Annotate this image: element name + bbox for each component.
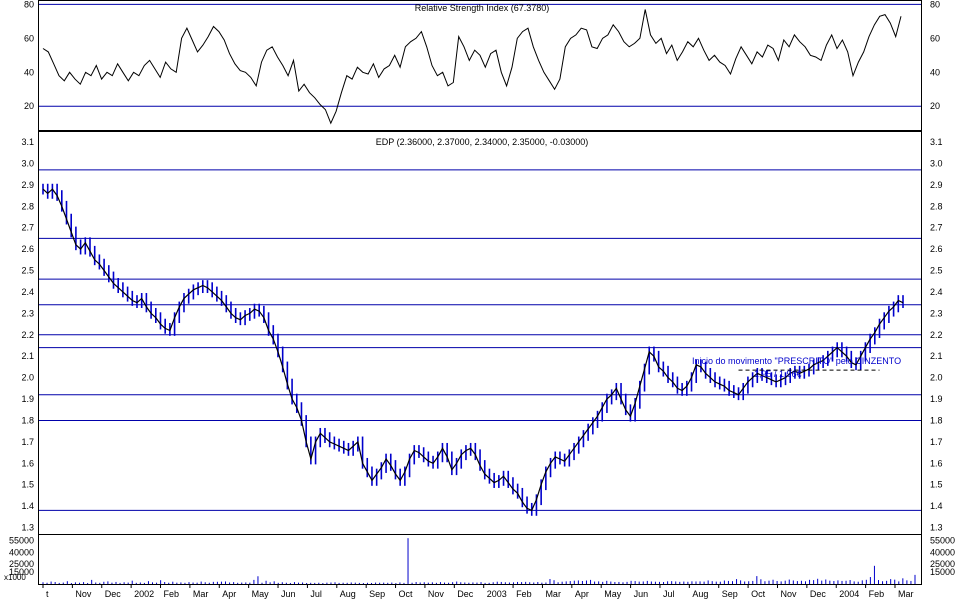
price-tick-label-left: 2.7 bbox=[21, 223, 34, 233]
price-panel: 1.3 1.3 1.4 1.4 1.5 1.5 1.6 1.6 1.7 1.7 1.8 1.8 1.9 1… bbox=[21, 137, 942, 533]
price-tick-label-right: 1.6 bbox=[930, 458, 943, 468]
price-tick-label-left: 2.1 bbox=[21, 351, 34, 361]
rsi-tick-label-left: 80 bbox=[24, 0, 34, 9]
x-axis-tick-label: Aug bbox=[692, 589, 708, 599]
price-tick-label-left: 2.3 bbox=[21, 308, 34, 318]
price-tick-label-left: 2.8 bbox=[21, 201, 34, 211]
price-series-line bbox=[42, 188, 904, 512]
volume-tick-label-left: 25000 bbox=[9, 559, 34, 569]
volume-tick-label-right: 40000 bbox=[930, 547, 955, 557]
price-tick-label-right: 2.7 bbox=[930, 223, 943, 233]
x-axis-tick-label: Jun bbox=[634, 589, 649, 599]
price-tick-label-right: 1.3 bbox=[930, 523, 943, 533]
price-tick-label-right: 1.9 bbox=[930, 394, 943, 404]
x-axis-tick-label: Nov bbox=[75, 589, 92, 599]
rsi-tick-label-right: 60 bbox=[930, 33, 940, 43]
x-axis-tick-label: 2002 bbox=[134, 589, 154, 599]
price-tick-label-left: 1.4 bbox=[21, 501, 34, 511]
price-tick-label-left: 1.8 bbox=[21, 415, 34, 425]
x-axis-tick-label: Dec bbox=[105, 589, 122, 599]
x-axis-tick-label: Feb bbox=[516, 589, 532, 599]
rsi-title: Relative Strength Index (67.3780) bbox=[415, 3, 550, 13]
chart-root: 20 20 40 40 60 60 80 80 1.3 1.3 1.4 1.4 1.5 1.5 1.6 1.… bbox=[0, 0, 964, 599]
price-panel-frame bbox=[38, 131, 922, 535]
volume-tick-label-left: 40000 bbox=[9, 547, 34, 557]
x-axis-tick-label: Jul bbox=[310, 589, 322, 599]
panel-frames bbox=[38, 0, 922, 585]
price-tick-label-right: 2.3 bbox=[930, 308, 943, 318]
x-axis-tick-label: Mar bbox=[193, 589, 209, 599]
x-axis-tick-label: t bbox=[46, 589, 49, 599]
volume-unit-label: x1000 bbox=[4, 573, 26, 582]
price-tick-label-right: 2.9 bbox=[930, 180, 943, 190]
rsi-tick-label-left: 60 bbox=[24, 33, 34, 43]
annotation-price-range: 1,95 / 1,96€ bbox=[754, 369, 802, 379]
x-axis-tick-label: Apr bbox=[575, 589, 589, 599]
price-tick-label-left: 1.5 bbox=[21, 480, 34, 490]
price-tick-label-right: 2.1 bbox=[930, 351, 943, 361]
price-tick-label-right: 2.2 bbox=[930, 330, 943, 340]
x-axis-tick-label: Sep bbox=[369, 589, 385, 599]
price-tick-label-left: 2.9 bbox=[21, 180, 34, 190]
price-tick-label-left: 1.9 bbox=[21, 394, 34, 404]
rsi-tick-label-left: 40 bbox=[24, 67, 34, 77]
x-axis-tick-label: Feb bbox=[164, 589, 180, 599]
x-axis-tick-label: Nov bbox=[428, 589, 445, 599]
volume-tick-label-right: 25000 bbox=[930, 559, 955, 569]
price-tick-label-left: 1.3 bbox=[21, 523, 34, 533]
rsi-tick-label-left: 20 bbox=[24, 101, 34, 111]
stock-chart: 20 2040 4060 6080 80 1.3 1.31.4 1.41.5 1.51.6 1.… bbox=[4, 0, 955, 599]
x-axis-tick-label: Jun bbox=[281, 589, 296, 599]
x-axis-tick-label: May bbox=[604, 589, 622, 599]
rsi-tick-label-right: 40 bbox=[930, 67, 940, 77]
volume-panel: 1500025000400005500015000250004000055000 bbox=[9, 536, 955, 584]
x-axis-tick-label: Mar bbox=[898, 589, 914, 599]
rsi-tick-label-right: 80 bbox=[930, 0, 940, 9]
rsi-tick-label-right: 20 bbox=[930, 101, 940, 111]
x-axis-tick-label: Sep bbox=[722, 589, 738, 599]
price-tick-label-left: 1.7 bbox=[21, 437, 34, 447]
x-axis-tick-label: 2004 bbox=[839, 589, 859, 599]
x-axis-tick-label: May bbox=[252, 589, 270, 599]
price-tick-label-right: 3.0 bbox=[930, 158, 943, 168]
rsi-panel-frame bbox=[38, 0, 922, 131]
price-tick-label-right: 2.4 bbox=[930, 287, 943, 297]
x-axis-tick-label: Feb bbox=[869, 589, 885, 599]
volume-tick-label-right: 55000 bbox=[930, 536, 955, 546]
annotation-movement: Inicio do movimento "PRESCRITO" pelo CIN… bbox=[692, 356, 901, 366]
x-axis-tick-label: Oct bbox=[399, 589, 414, 599]
price-tick-label-right: 1.8 bbox=[930, 415, 943, 425]
x-axis-tick-label: Dec bbox=[810, 589, 827, 599]
price-title: EDP (2.36000, 2.37000, 2.34000, 2.35000,… bbox=[376, 137, 589, 147]
x-axis-tick-label: Aug bbox=[340, 589, 356, 599]
price-tick-label-right: 2.6 bbox=[930, 244, 943, 254]
x-axis-tick-label: Dec bbox=[457, 589, 474, 599]
price-tick-label-right: 2.8 bbox=[930, 201, 943, 211]
x-axis-tick-label: 2003 bbox=[487, 589, 507, 599]
price-tick-label-left: 3.1 bbox=[21, 137, 34, 147]
rsi-panel: 20 20 40 40 60 60 80 80 bbox=[24, 0, 940, 125]
volume-tick-label-left: 55000 bbox=[9, 536, 34, 546]
price-tick-label-left: 3.0 bbox=[21, 158, 34, 168]
x-axis-tick-label: Oct bbox=[751, 589, 766, 599]
price-tick-label-right: 2.5 bbox=[930, 266, 943, 276]
x-axis-tick-label: Mar bbox=[545, 589, 561, 599]
price-tick-label-left: 2.0 bbox=[21, 373, 34, 383]
x-axis-tick-label: Jul bbox=[663, 589, 675, 599]
price-tick-label-right: 2.0 bbox=[930, 373, 943, 383]
x-axis-tick-label: Apr bbox=[222, 589, 236, 599]
price-tick-label-left: 2.6 bbox=[21, 244, 34, 254]
x-axis: t Nov Dec 2002 Feb Mar Apr May Jun Jul Aug Sep Oct No… bbox=[42, 584, 914, 599]
volume-panel-frame bbox=[38, 534, 922, 585]
price-tick-label-left: 2.5 bbox=[21, 266, 34, 276]
price-tick-label-right: 1.4 bbox=[930, 501, 943, 511]
price-tick-label-left: 2.4 bbox=[21, 287, 34, 297]
price-tick-label-left: 1.6 bbox=[21, 458, 34, 468]
x-axis-tick-label: Nov bbox=[780, 589, 797, 599]
price-tick-label-right: 1.5 bbox=[930, 480, 943, 490]
price-tick-label-right: 1.7 bbox=[930, 437, 943, 447]
price-tick-label-right: 3.1 bbox=[930, 137, 943, 147]
price-tick-label-left: 2.2 bbox=[21, 330, 34, 340]
